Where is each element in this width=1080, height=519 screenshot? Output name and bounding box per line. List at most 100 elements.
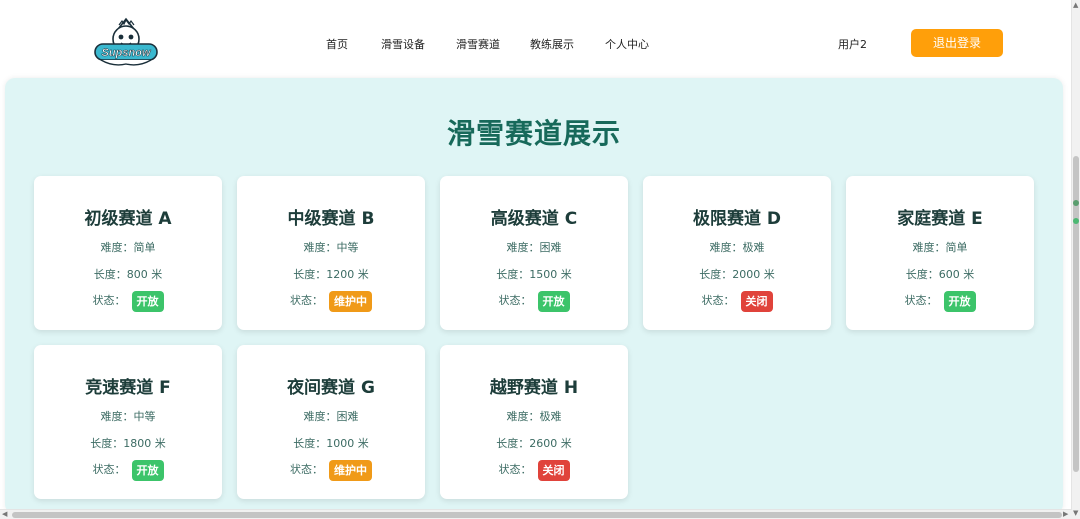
length-value: 2000 米 bbox=[732, 268, 775, 281]
length-label: 长度： bbox=[496, 268, 530, 281]
nav-item-personal-center[interactable]: 个人中心 bbox=[605, 36, 649, 52]
scroll-right-icon[interactable]: ▶ bbox=[1063, 510, 1068, 518]
track-card[interactable]: 初级赛道 A 难度：简单 长度：800 米状态： 开放 bbox=[34, 176, 222, 330]
track-card[interactable]: 夜间赛道 G 难度：困难长度：1000 米状态： 维护中 bbox=[237, 345, 425, 499]
track-status: 状态： 开放 bbox=[34, 290, 222, 312]
difficulty-label: 难度： bbox=[912, 241, 946, 254]
nav-item-ski-equipment[interactable]: 滑雪设备 bbox=[381, 36, 425, 52]
status-badge: 开放 bbox=[537, 290, 570, 312]
track-length: 长度：800 米 bbox=[34, 266, 222, 282]
difficulty-label: 难度： bbox=[709, 241, 743, 254]
track-difficulty: 难度：极难 bbox=[643, 239, 831, 255]
track-difficulty: 难度：中等 bbox=[34, 408, 222, 424]
length-value: 800 米 bbox=[126, 268, 163, 281]
track-status: 状态： 维护中 bbox=[237, 290, 425, 312]
track-length: 长度：2000 米 bbox=[643, 266, 831, 282]
status-label: 状态： bbox=[290, 463, 323, 476]
track-card[interactable]: 极限赛道 D 难度：极难长度：2000 米状态： 关闭 bbox=[643, 176, 831, 330]
track-length: 长度：1200 米 bbox=[237, 266, 425, 282]
track-status: 状态： 开放 bbox=[440, 290, 628, 312]
horizontal-scrollbar-thumb[interactable] bbox=[12, 512, 1062, 518]
difficulty-label: 难度： bbox=[100, 410, 134, 423]
length-label: 长度： bbox=[93, 268, 127, 281]
length-label: 长度： bbox=[293, 437, 327, 450]
track-card[interactable]: 高级赛道 C 难度：困难 长度：1500 米状态： 开放 bbox=[440, 176, 628, 330]
page-title: 滑雪赛道展示 bbox=[446, 117, 621, 150]
status-badge: 开放 bbox=[131, 459, 164, 481]
track-name: 中级赛道 B bbox=[287, 209, 375, 229]
track-status: 状态： 开放 bbox=[34, 459, 222, 481]
track-name: 初级赛道 A bbox=[84, 209, 172, 229]
status-badge: 维护中 bbox=[329, 290, 372, 312]
difficulty-label: 难度： bbox=[506, 410, 540, 423]
track-length: 长度：1000 米 bbox=[237, 435, 425, 451]
track-card[interactable]: 越野赛道 H 难度：极难长度：2600 米状态： 关闭 bbox=[440, 345, 628, 499]
current-user-name[interactable]: 用户2 bbox=[838, 36, 867, 52]
track-name: 越野赛道 H bbox=[489, 378, 579, 398]
status-badge: 维护中 bbox=[329, 459, 372, 481]
logout-button[interactable]: 退出登录 bbox=[911, 29, 1003, 57]
status-label: 状态： bbox=[904, 294, 938, 307]
track-difficulty: 难度：极难 bbox=[440, 408, 628, 424]
difficulty-label: 难度： bbox=[100, 241, 134, 254]
track-card[interactable]: 中级赛道 B 难度：中等长度：1200 米状态： 维护中 bbox=[237, 176, 425, 330]
status-label: 状态： bbox=[92, 294, 126, 307]
nav-item-home[interactable]: 首页 bbox=[326, 36, 348, 52]
svg-text:Supsnow: Supsnow bbox=[102, 47, 152, 59]
track-difficulty: 难度：中等 bbox=[237, 239, 425, 255]
nav-item-coaches[interactable]: 教练展示 bbox=[530, 36, 574, 52]
difficulty-value: 中等 bbox=[133, 410, 156, 423]
supsnow-logo[interactable]: Supsnow bbox=[93, 15, 159, 67]
length-label: 长度： bbox=[699, 268, 733, 281]
status-label: 状态： bbox=[498, 294, 532, 307]
length-value: 2600 米 bbox=[529, 437, 572, 450]
difficulty-value: 简单 bbox=[133, 241, 156, 254]
track-difficulty: 难度：困难 bbox=[440, 239, 628, 255]
track-difficulty: 难度：简单 bbox=[846, 239, 1034, 255]
status-badge: 开放 bbox=[131, 290, 164, 312]
scroll-left-icon[interactable]: ◀ bbox=[2, 510, 7, 518]
track-status: 状态： 开放 bbox=[846, 290, 1034, 312]
vertical-scrollbar[interactable]: ▲ ▼ bbox=[1071, 0, 1080, 519]
status-label: 状态： bbox=[92, 463, 126, 476]
difficulty-value: 困难 bbox=[539, 241, 562, 254]
length-label: 长度： bbox=[90, 437, 124, 450]
track-status: 状态： 关闭 bbox=[440, 459, 628, 481]
track-length: 长度：1500 米 bbox=[440, 266, 628, 282]
scroll-up-icon[interactable]: ▲ bbox=[1073, 1, 1078, 9]
length-label: 长度： bbox=[496, 437, 530, 450]
difficulty-value: 困难 bbox=[336, 410, 359, 423]
difficulty-label: 难度： bbox=[303, 241, 337, 254]
horizontal-scrollbar[interactable]: ◀ ▶ bbox=[0, 509, 1072, 519]
nav-item-ski-tracks[interactable]: 滑雪赛道 bbox=[456, 36, 500, 52]
track-name: 竞速赛道 F bbox=[85, 378, 171, 398]
track-status: 状态： 关闭 bbox=[643, 290, 831, 312]
scroll-marker-icon bbox=[1073, 218, 1079, 224]
status-label: 状态： bbox=[498, 463, 532, 476]
difficulty-value: 简单 bbox=[945, 241, 968, 254]
track-name: 家庭赛道 E bbox=[897, 209, 983, 229]
length-label: 长度： bbox=[905, 268, 939, 281]
status-badge: 开放 bbox=[943, 290, 976, 312]
length-value: 1200 米 bbox=[326, 268, 369, 281]
track-difficulty: 难度：简单 bbox=[34, 239, 222, 255]
top-header: Supsnow 首页 滑雪设备 滑雪赛道 教练展示 个人中心 用户2 退出登录 bbox=[0, 0, 1072, 82]
length-value: 1500 米 bbox=[529, 268, 572, 281]
page: Supsnow 首页 滑雪设备 滑雪赛道 教练展示 个人中心 用户2 退出登录 … bbox=[0, 0, 1080, 519]
difficulty-value: 极难 bbox=[742, 241, 765, 254]
track-length: 长度：600 米 bbox=[846, 266, 1034, 282]
status-label: 状态： bbox=[701, 294, 735, 307]
status-badge: 关闭 bbox=[537, 459, 570, 481]
scroll-marker-icon bbox=[1073, 200, 1079, 206]
track-name: 夜间赛道 G bbox=[287, 378, 375, 398]
track-card[interactable]: 家庭赛道 E 难度：简单 长度：600 米状态： 开放 bbox=[846, 176, 1034, 330]
difficulty-label: 难度： bbox=[506, 241, 540, 254]
scroll-down-icon[interactable]: ▼ bbox=[1073, 509, 1078, 517]
length-value: 600 米 bbox=[938, 268, 975, 281]
track-card[interactable]: 竞速赛道 F 难度：中等 长度：1800 米状态： 开放 bbox=[34, 345, 222, 499]
track-name: 极限赛道 D bbox=[692, 209, 782, 229]
track-status: 状态： 维护中 bbox=[237, 459, 425, 481]
difficulty-value: 中等 bbox=[336, 241, 359, 254]
difficulty-value: 极难 bbox=[539, 410, 562, 423]
difficulty-label: 难度： bbox=[303, 410, 337, 423]
